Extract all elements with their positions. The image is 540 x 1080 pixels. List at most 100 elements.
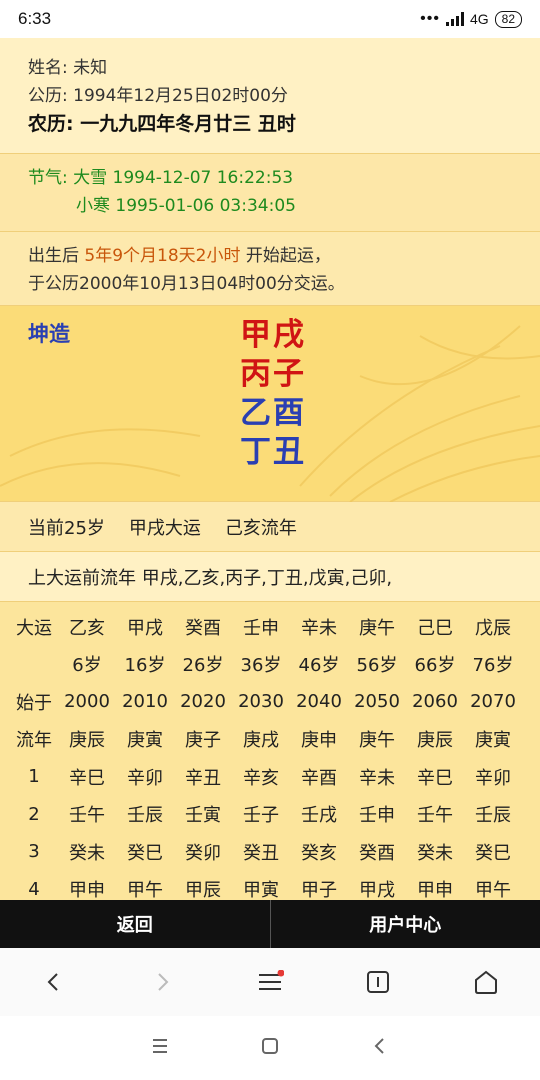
table-cell: 甲申: [69, 880, 105, 900]
table-cell: 甲戌: [359, 880, 395, 900]
table-cell: 庚午: [359, 617, 395, 639]
menu-icon[interactable]: [250, 962, 290, 1002]
table-cell: 壬子: [243, 805, 279, 827]
home-icon[interactable]: [466, 962, 506, 1002]
recent-apps-icon[interactable]: [150, 1037, 170, 1059]
table-cell: 辛亥: [243, 767, 279, 789]
table-cell: 乙亥: [69, 617, 105, 639]
table-cell: 26岁: [182, 655, 224, 677]
table-cell: 甲辰: [185, 880, 221, 900]
dayun-table-section: 大运 乙亥 甲戌 癸酉 壬申 辛未 庚午 己巳 戊辰 6岁 16岁 26岁 36岁 46岁 56岁 66岁 76…: [0, 602, 540, 900]
table-cell: 壬辰: [127, 805, 163, 827]
table-cell: 16岁: [124, 655, 166, 677]
table-cell: 2030: [238, 691, 284, 713]
table-cell: 癸未: [417, 842, 453, 864]
table-cell: 庚辰: [69, 730, 105, 752]
table-cell: 辛酉: [301, 767, 337, 789]
bazi-result-page[interactable]: 姓名: 未知 公历: 1994年12月25日02时00分 农历: 一九九四年冬月…: [0, 38, 540, 900]
signal-icon: [445, 12, 464, 26]
bottom-tab-bar: 返回 用户中心: [0, 900, 540, 948]
forward-arrow-icon[interactable]: [142, 962, 182, 1002]
status-indicators: ••• 4G 82: [420, 10, 522, 28]
status-bar: 6:33 ••• 4G 82: [0, 0, 540, 38]
user-center-button[interactable]: 用户中心: [271, 900, 540, 948]
pillar-3: 乙酉: [240, 395, 306, 431]
table-cell: 2020: [180, 691, 226, 713]
table-cell: 庚子: [185, 730, 221, 752]
row-header-cell: 2: [28, 803, 40, 825]
table-cell: 甲午: [127, 880, 163, 900]
row-header-cell: 3: [28, 841, 40, 863]
jieqi-line-1: 节气: 大雪 1994-12-07 16:22:53: [28, 164, 540, 192]
gongli-line: 公历: 1994年12月25日02时00分: [28, 86, 288, 106]
table-row: 6岁 16岁 26岁 36岁 46岁 56岁 66岁 76岁: [10, 646, 522, 684]
system-back-icon[interactable]: [370, 1036, 390, 1060]
table-cell: 癸亥: [301, 842, 337, 864]
row-header-cell: 始于: [16, 692, 52, 714]
table-cell: 2000: [64, 691, 110, 713]
table-cell: 癸未: [69, 842, 105, 864]
bazi-pillars: 甲戌 丙子 乙酉 丁丑: [240, 316, 306, 472]
table-cell: 辛卯: [475, 767, 511, 789]
jieqi-term-1: 大雪 1994-12-07 16:22:53: [73, 168, 294, 188]
back-arrow-icon[interactable]: [34, 962, 74, 1002]
table-cell: 庚戌: [243, 730, 279, 752]
name-line: 姓名: 未知: [28, 58, 108, 78]
table-cell: 壬寅: [185, 805, 221, 827]
table-row: 1 辛巳 辛卯 辛丑 辛亥 辛酉 辛未 辛巳 辛卯: [10, 758, 522, 796]
qiyun-line-1: 出生后 5年9个月18天2小时 开始起运，: [28, 242, 540, 270]
row-header-cell: 1: [28, 766, 40, 788]
table-cell: 2060: [412, 691, 458, 713]
table-cell: 戊辰: [475, 617, 511, 639]
table-row: 始于 2000 2010 2020 2030 2040 2050 2060 2070: [10, 683, 522, 721]
table-cell: 癸酉: [185, 617, 221, 639]
table-row: 流年 庚辰 庚寅 庚子 庚戌 庚申 庚午 庚辰 庚寅: [10, 721, 522, 759]
table-cell: 66岁: [414, 655, 456, 677]
row-header-cell: 4: [28, 878, 40, 900]
table-cell: 甲午: [475, 880, 511, 900]
table-cell: 壬辰: [475, 805, 511, 827]
jieqi-label: 节气:: [28, 168, 68, 188]
back-button[interactable]: 返回: [0, 900, 271, 948]
row-header-cell: 流年: [16, 730, 52, 752]
current-liunian: 己亥流年: [224, 517, 297, 539]
table-cell: 辛卯: [127, 767, 163, 789]
table-cell: 癸丑: [243, 842, 279, 864]
dayun-table: 大运 乙亥 甲戌 癸酉 壬申 辛未 庚午 己巳 戊辰 6岁 16岁 26岁 36岁 46岁 56岁 66岁 76…: [10, 608, 522, 900]
table-cell: 2050: [354, 691, 400, 713]
table-cell: 壬戌: [301, 805, 337, 827]
table-cell: 辛巳: [417, 767, 453, 789]
table-cell: 2010: [122, 691, 168, 713]
table-cell: 庚申: [301, 730, 337, 752]
table-row: 2 壬午 壬辰 壬寅 壬子 壬戌 壬申 壬午 壬辰: [10, 796, 522, 834]
battery-icon: 82: [494, 10, 522, 28]
birth-info-section: 姓名: 未知 公历: 1994年12月25日02时00分 农历: 一九九四年冬月…: [0, 38, 540, 154]
qiyun-line-2: 于公历2000年10月13日04时00分交运。: [28, 274, 345, 294]
bazi-section: 坤造 甲戌 丙子 乙酉 丁丑: [0, 306, 540, 502]
table-cell: 辛丑: [185, 767, 221, 789]
system-nav-bar: [0, 1016, 540, 1080]
tabs-icon[interactable]: [358, 962, 398, 1002]
qiyun-section: 出生后 5年9个月18天2小时 开始起运， 于公历2000年10月13日04时0…: [0, 232, 540, 306]
nongli-line: 农历: 一九九四年冬月廿三 丑时: [28, 113, 296, 135]
kunzao-label: 坤造: [28, 322, 70, 346]
qiyun-duration: 5年9个月18天2小时: [84, 246, 241, 266]
table-cell: 庚辰: [417, 730, 453, 752]
table-cell: 辛巳: [69, 767, 105, 789]
table-cell: 壬午: [69, 805, 105, 827]
table-cell: 甲子: [301, 880, 337, 900]
table-row: 3 癸未 癸巳 癸卯 癸丑 癸亥 癸酉 癸未 癸巳: [10, 833, 522, 871]
status-time: 6:33: [18, 9, 52, 28]
table-cell: 己巳: [417, 617, 453, 639]
qiyun-prefix: 出生后: [28, 246, 85, 266]
table-cell: 2070: [470, 691, 516, 713]
table-row: 大运 乙亥 甲戌 癸酉 壬申 辛未 庚午 己巳 戊辰: [10, 608, 522, 646]
table-cell: 56岁: [356, 655, 398, 677]
table-cell: 76岁: [472, 655, 514, 677]
table-cell: 辛未: [301, 617, 337, 639]
table-cell: 46岁: [298, 655, 340, 677]
pre-dayun-liunian: 上大运前流年 甲戌,乙亥,丙子,丁丑,戊寅,己卯,: [28, 567, 393, 589]
network-type: 4G: [469, 11, 489, 27]
home-square-icon[interactable]: [260, 1036, 280, 1060]
current-age: 当前25岁: [28, 517, 105, 539]
